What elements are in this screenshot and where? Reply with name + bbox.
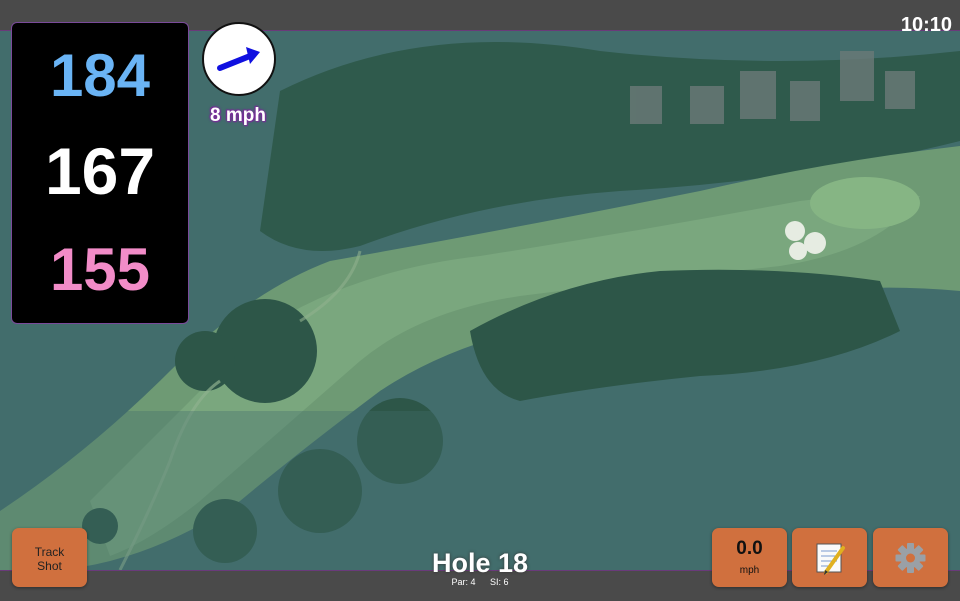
wind-direction: [202, 22, 276, 96]
hole-stroke-index: SI: 6: [490, 577, 509, 587]
notes-button[interactable]: [792, 528, 867, 587]
wind-speed: 8 mph: [210, 105, 266, 126]
distance-front: 155: [49, 236, 151, 303]
gear-icon: [895, 543, 926, 573]
hole-title: Hole 18: [431, 548, 529, 578]
track-shot-button[interactable]: Track Shot: [12, 528, 87, 587]
distance-middle: 167: [44, 134, 156, 208]
hole-info: Par: 4 SI: 6: [380, 577, 580, 587]
speed-button[interactable]: 0.0 mph: [712, 528, 787, 587]
clock: 10:10: [900, 14, 952, 36]
hole-par: Par: 4: [451, 577, 476, 587]
speed-value: 0.0: [736, 538, 763, 559]
distance-back: 184: [49, 42, 151, 109]
track-shot-label-line2: Shot: [37, 559, 62, 573]
speed-unit: mph: [739, 565, 760, 576]
notepad-icon: [816, 543, 845, 575]
settings-button[interactable]: [873, 528, 948, 587]
track-shot-label-line1: Track: [34, 545, 65, 559]
distance-panel: 184 167 155: [11, 22, 189, 324]
wind-arrow-icon: [217, 47, 260, 71]
